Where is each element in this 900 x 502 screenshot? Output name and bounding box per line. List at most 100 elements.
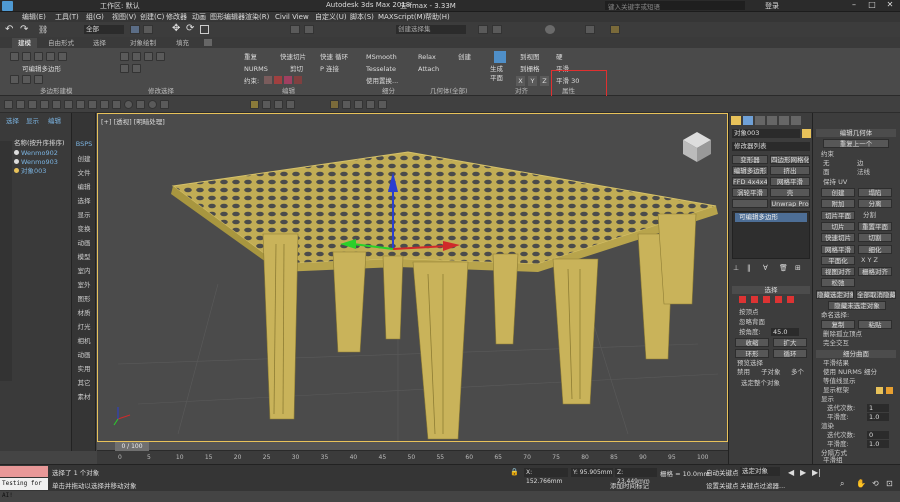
modifier-button-turbosmooth[interactable]: 涡轮平滑 — [732, 188, 768, 197]
ring-icon[interactable] — [156, 52, 165, 61]
viewport-label[interactable]: [+] [透视] [明暗处理] — [101, 116, 165, 126]
remove-modifier-icon[interactable]: 🗑 — [779, 264, 788, 272]
strip-material[interactable]: 材质 — [74, 307, 94, 317]
make-unique-icon[interactable]: ∀ — [763, 264, 768, 272]
subobject-element-icon[interactable] — [787, 296, 794, 303]
menu-item-rendering[interactable]: 渲染(R) — [245, 12, 269, 22]
vertex-mode-icon[interactable] — [10, 52, 19, 61]
use-displacement-button[interactable]: 使用置换... — [366, 76, 398, 86]
stack-down-icon[interactable] — [22, 75, 31, 84]
relax-button[interactable]: 松弛 — [821, 278, 855, 287]
cut-button[interactable]: 切割 — [858, 233, 892, 242]
subobject-edge-icon[interactable] — [751, 296, 758, 303]
coord-y-field[interactable]: Y: 95.905mm — [571, 468, 613, 477]
vray-fur-icon[interactable] — [366, 100, 375, 109]
slice-button[interactable]: 切片 — [821, 222, 855, 231]
menu-item-tools[interactable]: 工具(T) — [55, 12, 79, 22]
teapot-icon[interactable] — [100, 100, 109, 109]
tool-icon-3[interactable] — [28, 100, 37, 109]
menu-item-civil-view[interactable]: Civil View — [275, 12, 309, 22]
workspace-label[interactable]: 工作区: 默认 — [100, 1, 140, 11]
configure-sets-icon[interactable]: ⊞ — [795, 264, 801, 272]
modifier-stack[interactable]: 可编辑多边形 — [732, 211, 810, 259]
explorer-column-header[interactable]: 名称(按升序排序) — [14, 139, 65, 148]
maximize-viewport-icon[interactable]: ⊡ — [886, 479, 893, 488]
split-checkbox[interactable]: 分割 — [863, 211, 876, 220]
display-tab-icon[interactable] — [779, 116, 789, 125]
preview-subobject-radio[interactable]: 子对象 — [761, 368, 781, 377]
panel-label-subdivision[interactable]: 细分 — [382, 87, 395, 95]
modifier-button-ffd[interactable]: FFD 4x4x4 — [732, 177, 768, 186]
panel-label-align[interactable]: 对齐 — [515, 87, 528, 95]
cylinder-icon[interactable] — [136, 100, 145, 109]
key-mode-dropdown[interactable]: 选定对象 — [740, 467, 780, 476]
strip-utilities[interactable]: 实用 — [74, 363, 94, 373]
tab-modeling[interactable]: 建模 — [12, 38, 37, 48]
isoline-display-checkbox[interactable]: 等值线显示 — [823, 377, 856, 386]
vray-icon[interactable] — [330, 100, 339, 109]
play-icon[interactable]: ▶ — [800, 468, 806, 477]
stack-up-icon[interactable] — [10, 75, 19, 84]
constraint-none-radio[interactable]: 无 — [823, 159, 830, 168]
paste-button[interactable]: 粘贴 — [858, 320, 892, 329]
strip-model[interactable]: 模型 — [74, 251, 94, 261]
lock-selection-icon[interactable]: 🔒 — [510, 468, 519, 476]
attach-button[interactable]: Attach — [418, 64, 439, 74]
modifier-button-unwrap-pro[interactable]: Unwrap Pro — [770, 199, 810, 208]
visibility-icon[interactable] — [14, 168, 19, 173]
shrink-button[interactable]: 收缩 — [735, 338, 769, 347]
quickslice-button[interactable]: 快速切片 — [821, 233, 855, 242]
grow-button[interactable]: 扩大 — [773, 338, 807, 347]
maxscript-mini-listener[interactable] — [0, 466, 48, 477]
menu-item-create[interactable]: 创建(C) — [140, 12, 164, 22]
mirror-icon[interactable] — [478, 25, 488, 34]
nurms-button[interactable]: NURMS — [244, 64, 268, 74]
align-x-button[interactable]: X — [516, 76, 525, 86]
tool-icon-2[interactable] — [16, 100, 25, 109]
maximize-icon[interactable]: □ — [864, 0, 880, 11]
utilities-tab-icon[interactable] — [791, 116, 801, 125]
smoothness-field[interactable]: 1.0 — [867, 413, 889, 421]
cone-icon[interactable] — [160, 100, 169, 109]
timeline[interactable]: 0 / 100 0 5 10 15 20 25 30 35 40 45 50 55 60 65 70 75 80… — [97, 442, 728, 464]
material-editor-icon[interactable] — [545, 25, 555, 34]
vray-proxy-icon[interactable] — [354, 100, 363, 109]
tab-object-paint[interactable]: 对象绘制 — [124, 38, 162, 48]
strip-camera[interactable]: 相机 — [74, 335, 94, 345]
modifier-button-empty[interactable] — [732, 199, 768, 208]
preview-disabled-radio[interactable]: 禁用 — [737, 368, 750, 377]
panel-label-geometry[interactable]: 几何体(全部) — [430, 87, 468, 95]
constraint-none-icon[interactable] — [264, 76, 272, 84]
smooth-result-checkbox[interactable]: 平滑结果 — [823, 359, 849, 368]
pin-stack-icon[interactable] — [34, 75, 43, 84]
strip-animation-2[interactable]: 动画 — [74, 349, 94, 359]
tab-explorer-edit[interactable]: 编辑 — [48, 117, 61, 126]
pin-stack-icon[interactable]: ⊥ — [733, 264, 739, 272]
light-icon[interactable] — [250, 100, 259, 109]
constraint-edge-icon[interactable] — [274, 76, 282, 84]
unhide-all-button[interactable]: 全部取消隐藏 — [856, 290, 896, 299]
constraint-face-icon[interactable] — [284, 76, 292, 84]
motion-tab-icon[interactable] — [767, 116, 777, 125]
ring-button[interactable]: 环形 — [735, 349, 769, 358]
tool-icon-5[interactable] — [52, 100, 61, 109]
cut-button[interactable]: 剪切 — [290, 64, 303, 74]
menu-item-modifiers[interactable]: 修改器 — [166, 12, 187, 22]
set-key-button[interactable]: 设置关键点 — [706, 480, 739, 490]
subobject-border-icon[interactable] — [763, 296, 770, 303]
menu-item-animation[interactable]: 动画 — [192, 12, 206, 22]
strip-shapes[interactable]: 图形 — [74, 293, 94, 303]
modifier-button-edit-poly[interactable]: 编辑多边形 — [732, 166, 768, 175]
angle-field[interactable]: 45.0 — [771, 328, 799, 336]
camera-icon[interactable] — [262, 100, 271, 109]
strip-transform[interactable]: 变换 — [74, 223, 94, 233]
msmooth-button[interactable]: MSmooth — [366, 52, 397, 62]
strip-other[interactable]: 其它 — [74, 377, 94, 387]
rollout-edit-geometry-title[interactable]: 编辑几何体 — [816, 129, 896, 137]
menu-item-maxscript[interactable]: MAXScript(M) — [378, 12, 425, 22]
strip-display[interactable]: 显示 — [74, 209, 94, 219]
explorer-item[interactable]: 对象003 — [14, 167, 46, 176]
strip-animation[interactable]: 动画 — [74, 237, 94, 247]
cage-selected-swatch[interactable] — [886, 387, 893, 394]
tab-populate[interactable]: 填充 — [170, 38, 195, 48]
